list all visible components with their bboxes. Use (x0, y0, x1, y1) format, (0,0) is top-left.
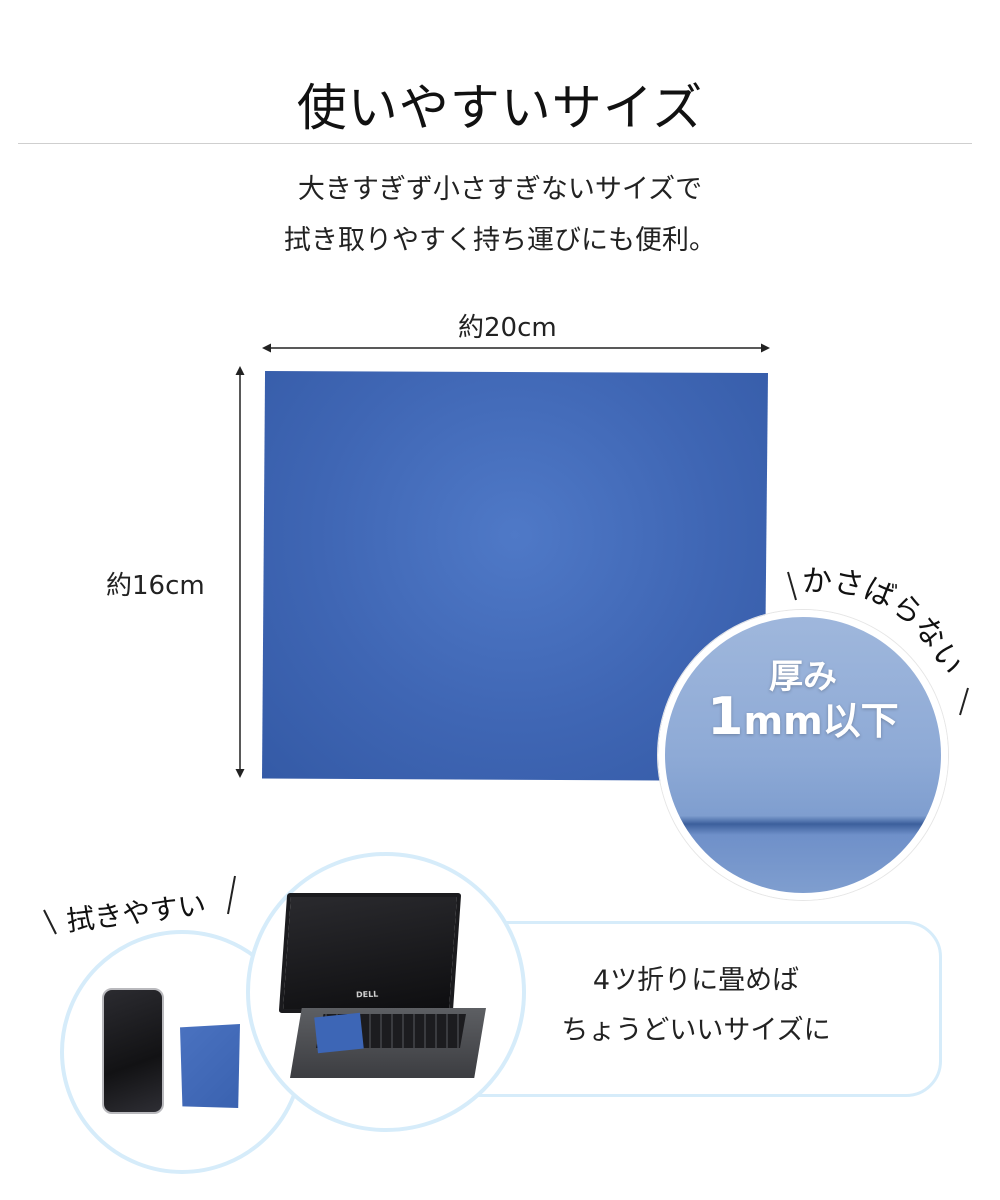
accent-tick-right (227, 875, 236, 915)
accent-tick-left (43, 909, 57, 935)
description-line-1: 大きすぎず小さすぎないサイズで (297, 174, 703, 205)
page-title: 使いやすいサイズ (296, 79, 704, 137)
thickness-unit: mm以下 (743, 699, 899, 743)
smartphone-image (102, 988, 164, 1114)
easy-wipe-callout: 拭きやすい (43, 875, 236, 938)
thickness-value: 1mm以下 (665, 687, 941, 747)
accent-tick-left (787, 571, 797, 601)
laptop-logo: DELL (355, 989, 379, 1000)
thickness-number: 1 (707, 687, 744, 747)
description-line-2: 拭き取りやすく持ち運びにも便利。 (284, 225, 716, 256)
folded-cloth-image (180, 1024, 240, 1108)
thickness-zoom-circle: 厚み 1mm以下 (658, 610, 948, 900)
accent-tick-right (959, 687, 969, 716)
height-label: 約16cm (106, 571, 205, 601)
width-arrow (262, 343, 770, 353)
title-divider (18, 143, 972, 144)
bubble-line-2: ちょうどいいサイズに (561, 1015, 831, 1046)
height-arrow (235, 366, 245, 778)
easy-wipe-text: 拭きやすい (65, 888, 208, 938)
bubble-line-1: 4ツ折りに畳めば (592, 965, 800, 996)
laptop-cloth-image (314, 1012, 364, 1054)
width-label: 約20cm (458, 313, 557, 343)
